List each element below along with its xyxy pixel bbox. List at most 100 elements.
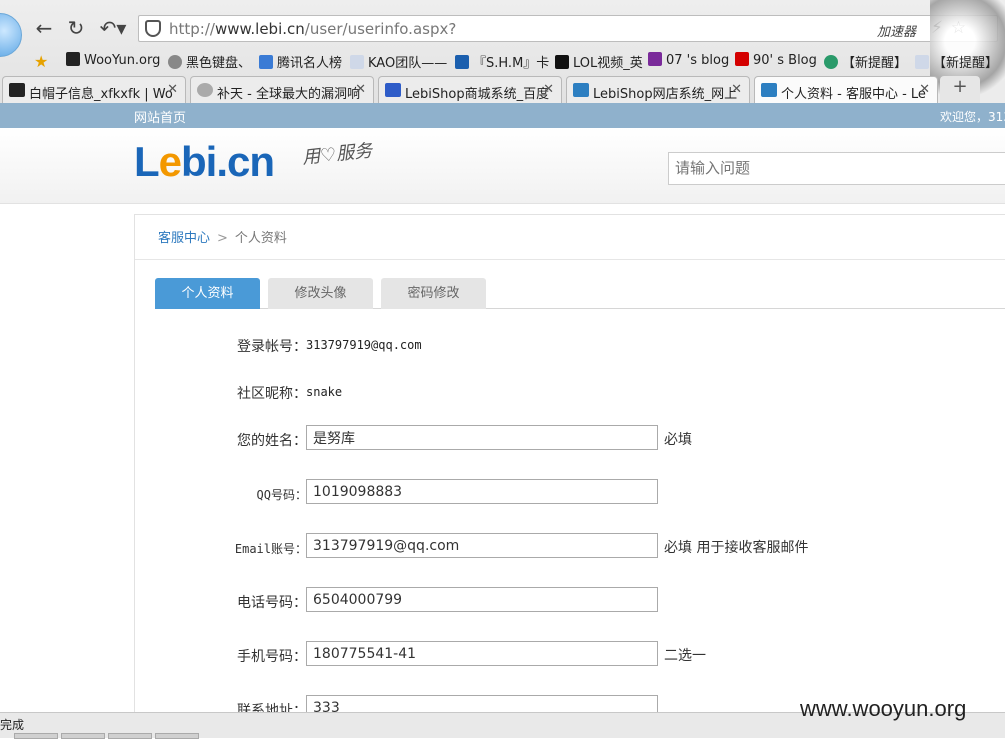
brand-logo[interactable]: Lebi.cn: [134, 138, 275, 186]
tab-strip: 白帽子信息_xfkxfk | Wo ✕ 补天 - 全球最大的漏洞响 ✕ LebiSh…: [0, 76, 1005, 103]
tab-avatar[interactable]: 修改头像: [268, 278, 373, 309]
bookmark-label: KAO团队——: [368, 56, 448, 71]
welcome-text: 欢迎您，313: [940, 110, 1005, 124]
bookmark-label: 【新提醒】: [933, 56, 999, 71]
bookmark-icon: [168, 55, 182, 69]
account-value: 313797919@qq.com: [306, 338, 422, 352]
taskbar-segment: [108, 733, 152, 739]
close-icon[interactable]: ✕: [731, 82, 742, 97]
name-label: 您的姓名：: [237, 433, 307, 449]
bookmark-icon: [455, 55, 469, 69]
breadcrumb: 客服中心 > 个人资料: [158, 227, 287, 246]
mobile-label: 手机号码：: [237, 649, 307, 665]
subtab-bar: 个人资料 修改头像 密码修改: [155, 278, 1005, 309]
bookmarks-bar: ★ WooYun.org 黑色键盘、 腾讯名人榜 KAO团队—— 『S.H.M』…: [0, 48, 1005, 72]
browser-tab[interactable]: LebiShop商城系统_百度 ✕: [378, 76, 562, 103]
bookmark-icon: [648, 52, 662, 66]
bookmark-icon: [824, 55, 838, 69]
account-label: 登录帐号：: [237, 339, 307, 355]
form-row-email: Email账号： 必填 用于接收客服邮件: [135, 533, 1005, 561]
qq-label: QQ号码：: [256, 488, 307, 502]
browser-tab[interactable]: 白帽子信息_xfkxfk | Wo ✕: [2, 76, 186, 103]
form-row-mobile: 手机号码： 二选一: [135, 641, 1005, 669]
nickname-label: 社区昵称：: [237, 386, 307, 402]
status-text: 完成: [0, 718, 25, 732]
bookmark-item[interactable]: 腾讯名人榜: [259, 52, 342, 71]
back-icon[interactable]: ←: [32, 16, 56, 40]
tab-favicon-icon: [385, 83, 401, 97]
mobile-note: 二选一: [664, 648, 706, 664]
close-icon[interactable]: ✕: [167, 82, 178, 97]
bookmark-item[interactable]: 『S.H.M』卡: [455, 52, 549, 71]
tab-favicon-icon: [9, 83, 25, 97]
mobile-field[interactable]: [306, 641, 658, 666]
bookmark-item[interactable]: KAO团队——: [350, 52, 447, 71]
tab-title: 个人资料 - 客服中心 - Le: [781, 87, 926, 102]
email-note: 必填 用于接收客服邮件: [664, 540, 809, 556]
bookmark-label: 腾讯名人榜: [277, 56, 343, 71]
bookmark-item[interactable]: 黑色键盘、: [168, 52, 251, 71]
bookmark-icon: [735, 52, 749, 66]
qq-field[interactable]: [306, 479, 658, 504]
form-row-account: 登录帐号： 313797919@qq.com: [135, 331, 1005, 359]
main-content: 客服中心 > 个人资料 个人资料 修改头像 密码修改 登录帐号： 313797919…: [134, 214, 1005, 720]
divider: [135, 259, 1005, 260]
star-icon[interactable]: ★: [34, 52, 48, 71]
bookmark-icon: [259, 55, 273, 69]
tab-favicon-icon: [761, 83, 777, 97]
bookmark-label: 90' s Blog: [753, 53, 817, 68]
email-label: Email账号：: [234, 542, 307, 556]
bookmark-label: WooYun.org: [84, 53, 161, 68]
browser-tab[interactable]: LebiShop网店系统_网上 ✕: [566, 76, 750, 103]
tab-title: LebiShop网店系统_网上: [593, 87, 738, 102]
url-text[interactable]: http://www.lebi.cn/user/userinfo.aspx?: [169, 20, 456, 38]
form-row-name: 您的姓名： 必填: [135, 425, 1005, 453]
form-row-phone: 电话号码：: [135, 587, 1005, 615]
browser-tab-active[interactable]: 个人资料 - 客服中心 - Le ✕: [754, 76, 938, 103]
bookmark-item[interactable]: 【新提醒】: [824, 52, 907, 71]
tab-title: LebiShop商城系统_百度: [405, 87, 550, 102]
watermark: www.wooyun.org: [800, 696, 967, 721]
tab-profile[interactable]: 个人资料: [155, 278, 260, 309]
bookmark-icon: [915, 55, 929, 69]
name-required-note: 必填: [664, 432, 692, 448]
bookmark-item[interactable]: 90' s Blog: [735, 52, 817, 68]
email-field[interactable]: [306, 533, 658, 558]
new-tab-icon[interactable]: +: [940, 76, 980, 103]
close-icon[interactable]: ✕: [355, 82, 366, 97]
refresh-icon[interactable]: ↻: [64, 16, 88, 40]
tab-favicon-icon: [197, 83, 213, 97]
breadcrumb-root[interactable]: 客服中心: [158, 231, 210, 246]
bookmark-item[interactable]: WooYun.org: [66, 52, 160, 68]
bookmark-label: 黑色键盘、: [186, 56, 252, 71]
bookmark-icon: [555, 55, 569, 69]
undo-icon[interactable]: ↶▾: [96, 16, 130, 40]
taskbar-segment: [155, 733, 199, 739]
site-header: Lebi.cn 用♡服务: [0, 128, 1005, 204]
bookmark-item[interactable]: 【新提醒】: [915, 52, 998, 71]
phone-label: 电话号码：: [237, 595, 307, 611]
form-row-nickname: 社区昵称： snake: [135, 378, 1005, 406]
taskbar-segment: [14, 733, 58, 739]
bookmark-item[interactable]: LOL视频_英: [555, 52, 643, 71]
site-home-link[interactable]: 网站首页: [134, 107, 186, 126]
search-input[interactable]: [668, 152, 1005, 185]
close-icon[interactable]: ✕: [543, 82, 554, 97]
browser-tab[interactable]: 补天 - 全球最大的漏洞响 ✕: [190, 76, 374, 103]
bookmark-label: 【新提醒】: [842, 56, 908, 71]
tab-title: 白帽子信息_xfkxfk | Wo: [29, 87, 173, 102]
tab-title: 补天 - 全球最大的漏洞响: [217, 87, 360, 102]
close-icon[interactable]: ✕: [919, 82, 930, 97]
bookmark-icon: [66, 52, 80, 66]
tab-password[interactable]: 密码修改: [381, 278, 486, 309]
accelerator-label[interactable]: 加速器: [877, 21, 916, 40]
bookmark-item[interactable]: 07 's blog: [648, 52, 729, 68]
taskbar-segment: [61, 733, 105, 739]
browser-toolbar: ← ↻ ↶▾ http://www.lebi.cn/user/userinfo.…: [0, 0, 1005, 103]
bookmark-icon: [350, 55, 364, 69]
phone-field[interactable]: [306, 587, 658, 612]
bookmark-label: 07 's blog: [666, 53, 730, 68]
address-bar[interactable]: http://www.lebi.cn/user/userinfo.aspx? 加…: [138, 15, 998, 42]
bookmark-label: 『S.H.M』卡: [473, 56, 550, 71]
name-field[interactable]: [306, 425, 658, 450]
